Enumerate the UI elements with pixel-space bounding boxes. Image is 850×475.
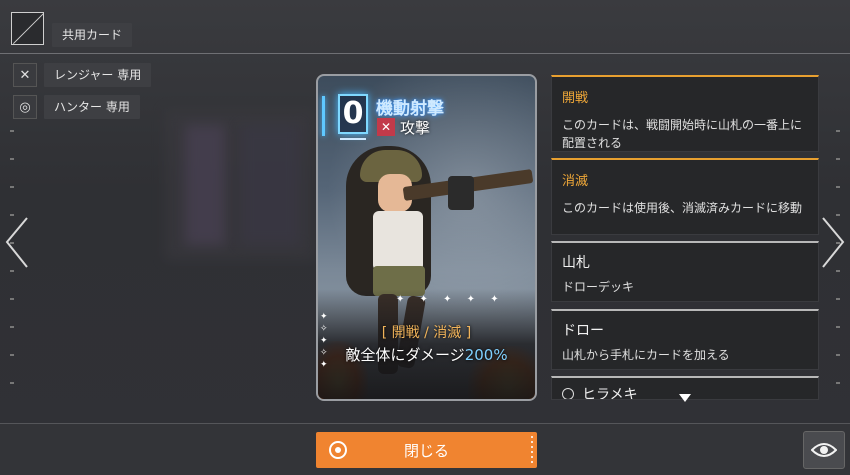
card-frame-icon (11, 12, 44, 45)
top-divider (0, 53, 850, 54)
keyword-desc: ドローデッキ (562, 280, 635, 294)
keyword-title: ドロー (562, 323, 604, 339)
keyword-title: 山札 (562, 255, 590, 271)
card-name: 機動射撃 (376, 99, 444, 119)
target-icon: ◎ (13, 95, 37, 119)
crossed-swords-icon: ✕ (377, 118, 395, 136)
scroll-down-icon[interactable] (679, 394, 691, 402)
common-card-tag: 共用カード (52, 23, 133, 47)
card-effect-value: 200% (464, 346, 508, 364)
cost-underline (340, 138, 366, 140)
blurred-card-background (185, 125, 225, 245)
keyword-desc: このカードは、戦闘開始時に山札の一番上に配置される (562, 118, 803, 150)
crossed-swords-icon: ✕ (13, 63, 37, 87)
keyword-title: ヒラメキ (582, 387, 638, 400)
character-art (373, 211, 423, 271)
view-toggle-button[interactable] (803, 431, 845, 469)
keyword-panel-deck: 山札 ドローデッキ (551, 241, 819, 302)
close-button-label: 閉じる (403, 441, 449, 460)
eye-icon (811, 443, 837, 457)
keyword-desc: 山札から手札にカードを加える (562, 348, 730, 362)
machine-gun-art (448, 176, 474, 210)
skill-card[interactable]: ✦ ✦ ✦ ✦ ✦ ✦ ✧ ✦ ✧ ✦ 0 機動射撃 ✕ 攻撃 [ 開戦 / 消滅 ] … (316, 74, 537, 401)
blurred-card-background (240, 125, 300, 245)
crosshair-icon (562, 388, 574, 399)
card-keywords: [ 開戦 / 消滅 ] (381, 325, 472, 341)
close-button[interactable]: 閉じる (316, 432, 537, 468)
circle-button-icon (329, 441, 347, 459)
keyword-panel-vanish: 消滅 このカードは使用後、消滅済みカードに移動 (551, 158, 819, 235)
keyword-panel-draw: ドロー 山札から手札にカードを加える (551, 309, 819, 370)
next-arrow-icon[interactable] (819, 215, 847, 270)
card-effect-text: 敵全体にダメージ (345, 346, 465, 364)
card-cost: 0 (338, 94, 368, 134)
hunter-only-tag: ハンター 専用 (44, 95, 140, 119)
keyword-title: 開戦 (562, 91, 589, 106)
card-effect: 敵全体にダメージ200% (318, 344, 535, 365)
button-dots (531, 436, 533, 464)
keyword-title: 消滅 (562, 174, 589, 189)
ranger-only-tag: レンジャー 専用 (44, 63, 152, 87)
keyword-desc: このカードは使用後、消滅済みカードに移動 (562, 201, 803, 215)
card-type: 攻撃 (400, 119, 431, 137)
cost-bracket (322, 96, 325, 136)
previous-arrow-icon[interactable] (3, 215, 31, 270)
sparkle-decoration: ✦ ✦ ✦ ✦ ✦ (396, 294, 505, 305)
keyword-panel-opening: 開戦 このカードは、戦闘開始時に山札の一番上に配置される (551, 75, 819, 152)
